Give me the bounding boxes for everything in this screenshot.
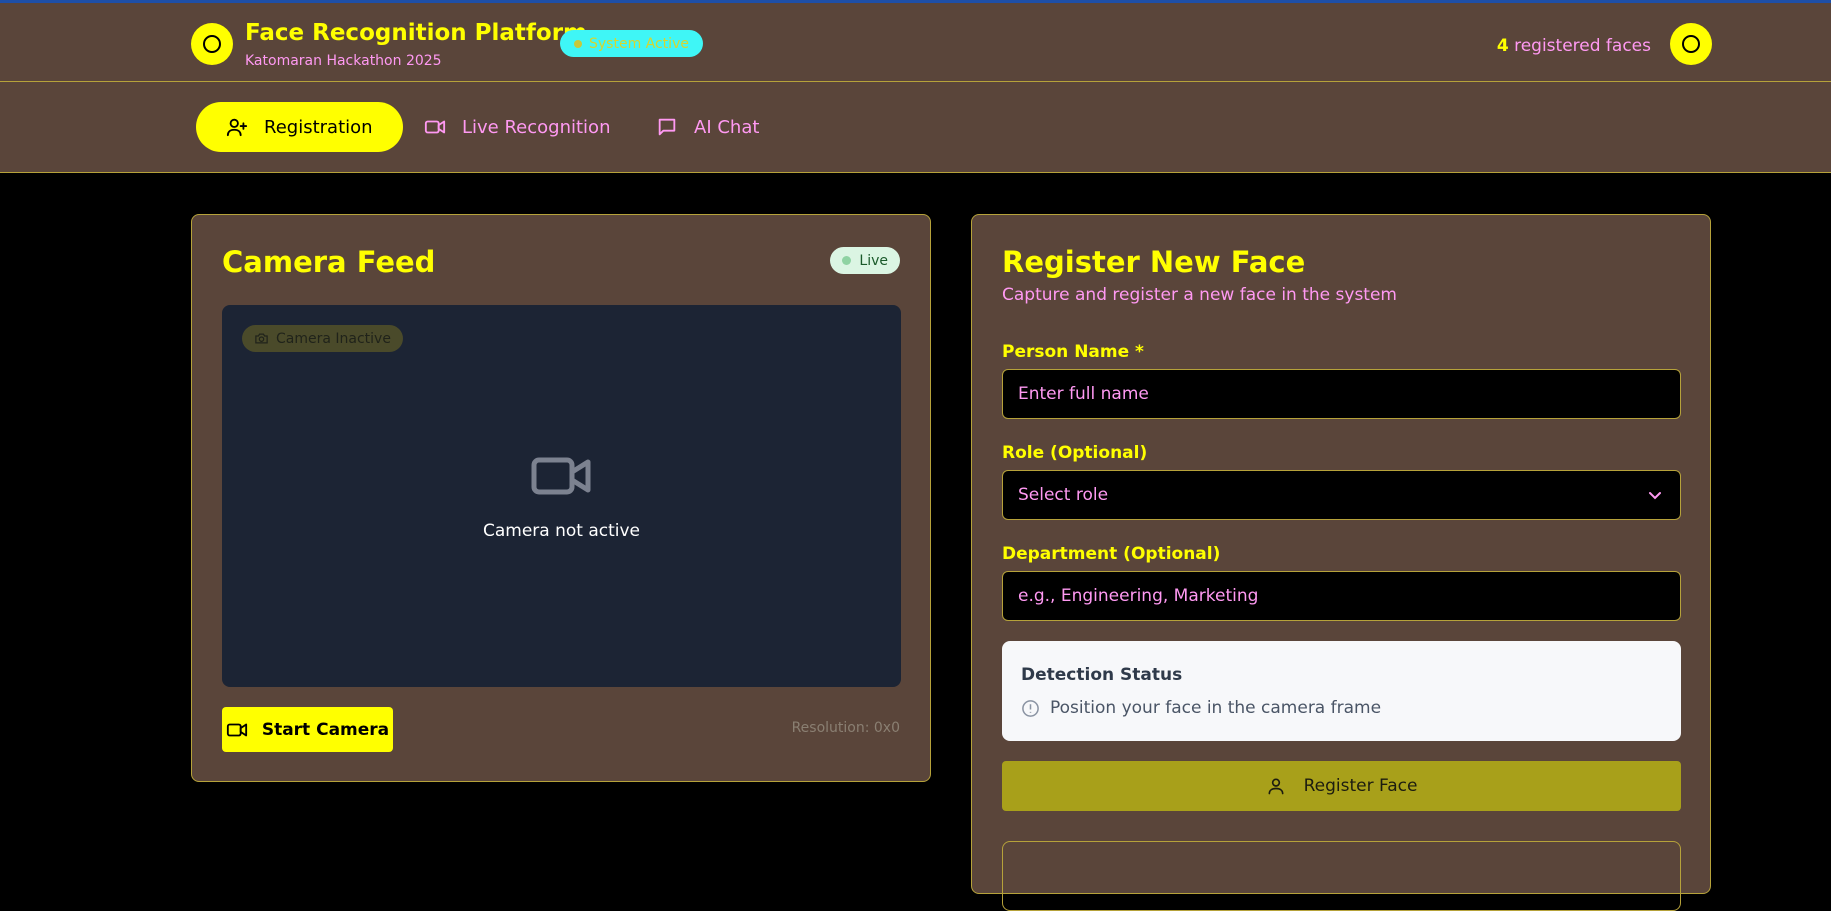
camera-icon (255, 333, 268, 344)
video-icon (226, 723, 247, 736)
chevron-down-icon (1649, 492, 1661, 500)
person-name-field[interactable] (1002, 369, 1681, 419)
registered-count-label: registered faces (1514, 36, 1651, 56)
register-face-button[interactable]: Register Face (1002, 761, 1681, 811)
app-logo-icon (191, 23, 233, 65)
resolution-readout: Resolution: 0x0 (791, 720, 900, 736)
department-input[interactable] (1018, 586, 1665, 606)
role-label: Role (Optional) (1002, 443, 1148, 463)
live-dot-icon (842, 256, 852, 265)
system-status-badge: System Active (560, 30, 703, 57)
register-title: Register New Face (1002, 245, 1306, 279)
role-select[interactable]: Select role (1002, 470, 1681, 520)
registered-faces-count: 4 registered faces (1497, 36, 1651, 56)
camera-feed-title: Camera Feed (222, 245, 436, 279)
camera-viewport: Camera Inactive Camera not active (222, 305, 901, 687)
video-off-icon (531, 457, 591, 495)
camera-inactive-badge: Camera Inactive (242, 325, 403, 352)
detection-status-text: Position your face in the camera frame (1050, 698, 1382, 718)
chat-icon (658, 118, 676, 136)
registered-count-number: 4 (1496, 36, 1509, 56)
tab-ai-chat[interactable]: AI Chat (656, 102, 759, 152)
start-camera-button[interactable]: Start Camera (222, 707, 393, 752)
role-select-value: Select role (1018, 485, 1109, 505)
department-field[interactable] (1002, 571, 1681, 621)
live-badge-label: Live (859, 252, 888, 269)
video-icon (424, 120, 446, 134)
user-icon (1268, 778, 1284, 795)
detection-status-title: Detection Status (1021, 665, 1183, 685)
live-badge: Live (830, 247, 900, 274)
user-avatar-icon[interactable] (1670, 23, 1712, 65)
tab-live-recognition-label: Live Recognition (462, 116, 611, 138)
user-plus-icon (226, 118, 248, 137)
registered-list-panel (1002, 841, 1681, 911)
detection-status-box: Detection Status Position your face in t… (1002, 641, 1681, 741)
tab-ai-chat-label: AI Chat (694, 116, 760, 138)
detection-status-message: Position your face in the camera frame (1021, 698, 1381, 718)
register-face-label: Register Face (1303, 776, 1418, 796)
app-title: Face Recognition Platform (245, 20, 588, 46)
system-status-text: System Active (589, 35, 689, 52)
register-face-card: Register New Face Capture and register a… (971, 214, 1711, 911)
tab-registration-label: Registration (264, 116, 373, 138)
app-header: Face Recognition Platform Katomaran Hack… (0, 3, 1831, 82)
start-camera-label: Start Camera (261, 719, 390, 740)
status-dot-icon (574, 39, 582, 48)
camera-feed-card: Camera Feed Live Camera Inactive Camera … (191, 214, 931, 782)
camera-inactive-label: Camera Inactive (276, 330, 391, 347)
info-icon (1022, 699, 1039, 717)
main-nav: Registration Live Recognition AI Chat (0, 82, 1831, 173)
person-name-input[interactable] (1018, 384, 1665, 404)
register-subtitle: Capture and register a new face in the s… (1002, 285, 1397, 305)
camera-not-active-text: Camera not active (482, 521, 641, 541)
app-subtitle: Katomaran Hackathon 2025 (245, 53, 442, 69)
department-label: Department (Optional) (1002, 544, 1221, 564)
tab-registration[interactable]: Registration (196, 102, 403, 152)
tab-live-recognition[interactable]: Live Recognition (424, 102, 610, 152)
person-name-label: Person Name * (1002, 342, 1144, 362)
